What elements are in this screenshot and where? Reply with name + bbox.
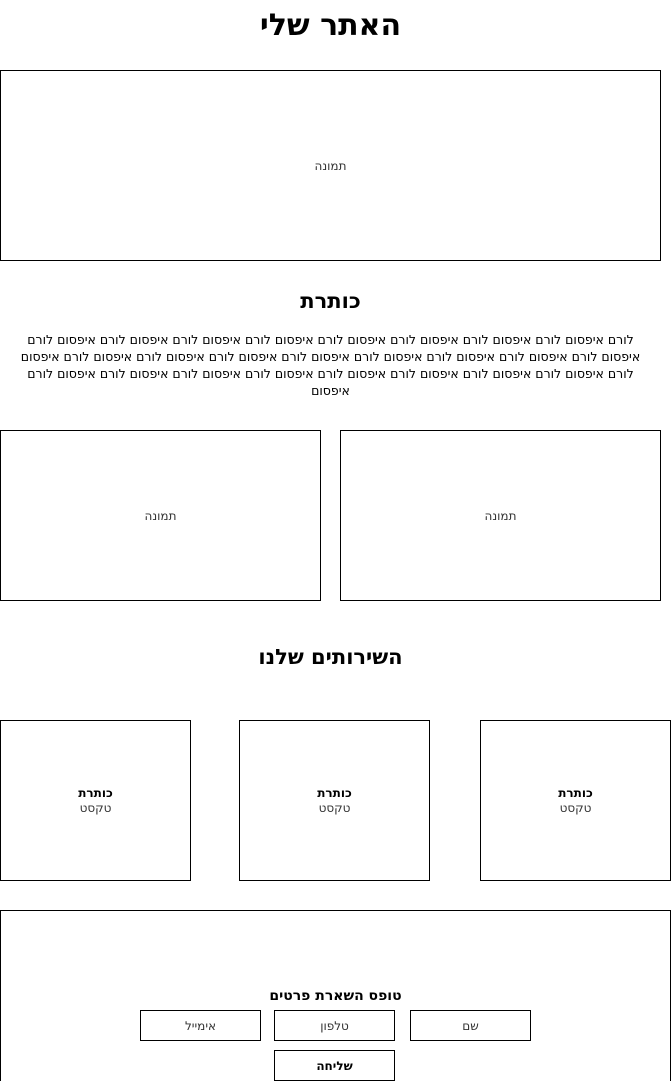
intro-body-text: לורם איפסום לורם איפסום לורם איפסום לורם… [20, 332, 641, 398]
service-card-1: כותרת טקסט [480, 720, 671, 881]
gallery-image-left: תמונה [0, 430, 321, 601]
service-card-title: כותרת [78, 785, 113, 800]
phone-field[interactable]: טלפון [274, 1010, 395, 1041]
gallery-image-left-label: תמונה [144, 508, 177, 523]
contact-form-title: טופס השארת פרטים [269, 988, 402, 1004]
service-card-2: כותרת טקסט [239, 720, 430, 881]
name-field[interactable]: שם [410, 1010, 531, 1041]
submit-button[interactable]: שליחה [274, 1050, 395, 1081]
services-heading: השירותים שלנו [258, 645, 403, 669]
email-field-label: אימייל [184, 1018, 217, 1033]
phone-field-label: טלפון [320, 1018, 349, 1033]
name-field-label: שם [462, 1018, 479, 1033]
service-card-title: כותרת [317, 785, 352, 800]
service-card-text: טקסט [318, 800, 351, 815]
email-field[interactable]: אימייל [140, 1010, 261, 1041]
gallery-image-right-label: תמונה [484, 508, 517, 523]
service-card-3: כותרת טקסט [0, 720, 191, 881]
hero-image: תמונה [0, 70, 661, 261]
service-card-text: טקסט [79, 800, 112, 815]
service-card-text: טקסט [559, 800, 592, 815]
intro-heading: כותרת [300, 289, 361, 313]
service-card-title: כותרת [558, 785, 593, 800]
submit-button-label: שליחה [316, 1058, 353, 1073]
gallery-image-right: תמונה [340, 430, 661, 601]
site-title: האתר שלי [259, 8, 402, 43]
hero-image-label: תמונה [314, 158, 347, 173]
